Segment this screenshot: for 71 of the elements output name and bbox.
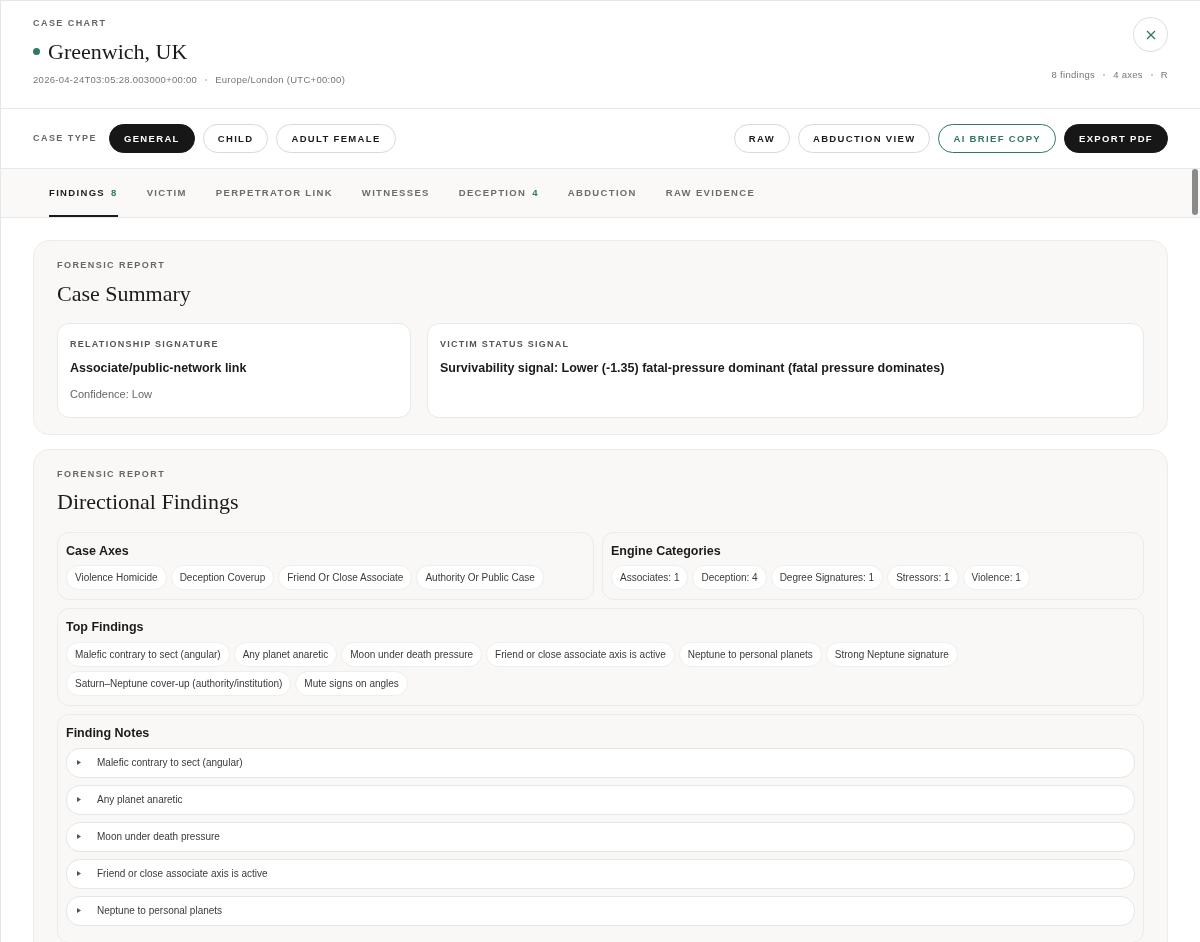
finding-tag: Authority Or Public Case (416, 565, 544, 591)
section-title: Directional Findings (57, 489, 240, 516)
case-title: Greenwich, UK (48, 38, 188, 65)
eyebrow-label: FORENSIC REPORT (57, 467, 167, 481)
timezone-text: Europe/London (UTC+00:00) (215, 72, 346, 87)
note-text: Moon under death pressure (97, 830, 220, 845)
action-button[interactable]: EXPORT PDF (1064, 123, 1168, 154)
case-type-label: CASE TYPE (33, 131, 97, 145)
case-type-option[interactable]: GENERAL (109, 123, 195, 154)
note-row[interactable]: Any planet anaretic (66, 784, 1135, 815)
action-button[interactable]: RAW (733, 123, 790, 154)
stat-text: 8 findings (1051, 68, 1096, 82)
section-title: Case Summary (57, 280, 192, 307)
note-row[interactable]: Moon under death pressure (66, 821, 1135, 852)
finding-tag: Violence: 1 (962, 565, 1030, 591)
stat-text: 4 axes (1113, 68, 1143, 82)
finding-tag: Associates: 1 (611, 565, 689, 591)
eyebrow-label: CASE CHART (33, 17, 108, 30)
tab[interactable]: RAW EVIDENCE (665, 169, 756, 217)
finding-tag: Any planet anaretic (233, 642, 338, 668)
card-value: Survivability signal: Lower (-1.35) fatal-pressure dominant (fatal pressure dominates) (440, 360, 946, 378)
note-text: Malefic contrary to sect (angular) (97, 756, 243, 771)
close-icon (1145, 29, 1156, 40)
finding-tag: Stressors: 1 (887, 565, 959, 591)
note-text: Neptune to personal planets (97, 904, 223, 919)
finding-tag: Moon under death pressure (341, 642, 483, 668)
card-value: Associate/public-network link (70, 360, 248, 378)
card-note: Confidence: Low (70, 387, 153, 403)
caret-icon (77, 871, 81, 877)
case-type-option[interactable]: ADULT FEMALE (276, 123, 396, 154)
finding-tag: Deception Coverup (170, 565, 275, 591)
group-title: Top Findings (66, 619, 145, 637)
note-row[interactable]: Friend or close associate axis is active (66, 858, 1135, 889)
finding-tag: Malefic contrary to sect (angular) (66, 642, 230, 668)
status-dot (33, 48, 40, 56)
tab[interactable]: VICTIM (146, 169, 187, 217)
note-text: Any planet anaretic (97, 793, 183, 808)
action-button[interactable]: AI BRIEF COPY (938, 123, 1056, 154)
group-title: Finding Notes (66, 725, 151, 743)
note-text: Friend or close associate axis is active (97, 867, 268, 882)
stat-text: R (1160, 68, 1168, 82)
card-label: RELATIONSHIP SIGNATURE (70, 337, 220, 351)
caret-icon (77, 797, 81, 803)
caret-icon (77, 908, 81, 914)
finding-tag: Deception: 4 (692, 565, 767, 591)
tab[interactable]: WITNESSES (361, 169, 430, 217)
scrollbar-thumb[interactable] (1192, 169, 1198, 215)
finding-tag: Degree Signatures: 1 (770, 565, 884, 591)
tab[interactable]: FINDINGS 8 (49, 169, 118, 217)
group-title: Case Axes (66, 542, 130, 560)
timestamp-text: 2026-04-24T03:05:28.003000+00:00 (33, 72, 198, 87)
finding-tag: Violence Homicide (66, 565, 167, 591)
eyebrow-label: FORENSIC REPORT (57, 259, 167, 272)
caret-icon (77, 760, 81, 766)
card-label: VICTIM STATUS SIGNAL (440, 337, 571, 351)
tab[interactable]: DECEPTION 4 (458, 169, 539, 217)
finding-tag: Friend Or Close Associate (278, 565, 413, 591)
finding-tag: Friend or close associate axis is active (486, 642, 675, 668)
group-title: Engine Categories (611, 542, 722, 560)
note-row[interactable]: Neptune to personal planets (66, 895, 1135, 926)
close-button[interactable] (1133, 17, 1168, 52)
finding-tag: Mute signs on angles (295, 671, 408, 697)
tab[interactable]: PERPETRATOR LINK (215, 169, 333, 217)
finding-tag: Neptune to personal planets (678, 642, 822, 668)
finding-tag: Saturn–Neptune cover-up (authority/institution) (66, 671, 292, 697)
tab[interactable]: ABDUCTION (567, 169, 637, 217)
finding-tag: Strong Neptune signature (825, 642, 958, 668)
case-type-option[interactable]: CHILD (202, 123, 269, 154)
note-row[interactable]: Malefic contrary to sect (angular) (66, 747, 1135, 778)
caret-icon (77, 834, 81, 840)
action-button[interactable]: ABDUCTION VIEW (797, 123, 931, 154)
